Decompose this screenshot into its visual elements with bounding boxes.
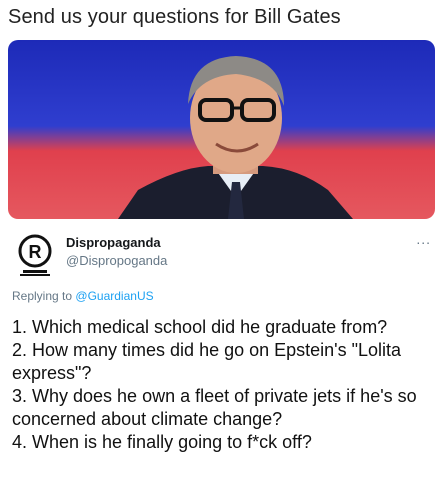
- reply-prefix: Replying to: [12, 289, 73, 303]
- svg-text:R: R: [29, 242, 42, 262]
- question-item: 4. When is he finally going to f*ck off?: [12, 432, 312, 452]
- user-handle[interactable]: @Dispropoganda: [66, 253, 167, 268]
- tweet-body: 1. Which medical school did he graduate …: [12, 316, 437, 454]
- avatar[interactable]: R: [12, 232, 58, 278]
- question-item: 1. Which medical school did he graduate …: [12, 317, 388, 337]
- ellipsis-icon[interactable]: ...: [416, 231, 431, 247]
- portrait-photo: [8, 40, 435, 219]
- question-item: 3. Why does he own a fleet of private je…: [12, 386, 417, 429]
- question-item: 2. How many times did he go on Epstein's…: [12, 340, 402, 383]
- display-name[interactable]: Dispropaganda: [66, 235, 161, 250]
- reply-mention-link[interactable]: @GuardianUS: [75, 289, 153, 303]
- r-logo-icon: R: [18, 234, 52, 276]
- reply-context: Replying to @GuardianUS: [12, 289, 154, 303]
- portrait-illustration: [118, 56, 353, 219]
- headline: Send us your questions for Bill Gates: [8, 6, 341, 28]
